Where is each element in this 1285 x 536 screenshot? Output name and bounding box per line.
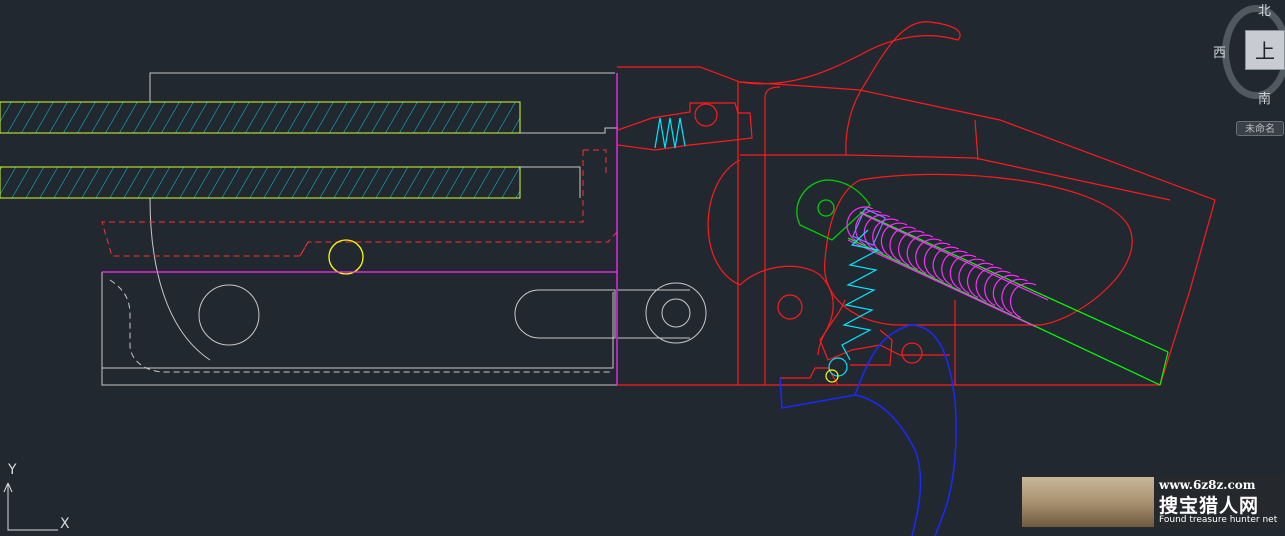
watermark-photo xyxy=(1022,477,1154,527)
compass-west-label[interactable]: 西 xyxy=(1213,42,1226,61)
mainspring[interactable] xyxy=(846,206,1049,328)
viewcube[interactable]: 北 西 南 上 xyxy=(1210,0,1285,140)
watermark-tagline: Found treasure hunter net xyxy=(1159,515,1278,525)
watermark-site-name: 搜宝猎人网 xyxy=(1159,495,1260,517)
watermark: www.6z8z.com 搜宝猎人网 Found treasure hunter… xyxy=(1021,476,1283,528)
ejector-pin[interactable] xyxy=(328,239,364,275)
firing-pin-spring[interactable] xyxy=(654,117,686,149)
compass-south-label[interactable]: 南 xyxy=(1258,88,1271,107)
viewcube-top-face[interactable]: 上 xyxy=(1245,30,1285,70)
wcs-menu-button[interactable]: 未命名 xyxy=(1236,121,1284,136)
barrel-lower[interactable] xyxy=(0,166,521,199)
ucs-x-label: X xyxy=(60,516,70,532)
trigger[interactable] xyxy=(779,324,957,536)
hammer-pivot[interactable] xyxy=(796,179,871,241)
receiver-body[interactable] xyxy=(617,21,1216,386)
ucs-icon xyxy=(3,482,58,531)
barrel-upper[interactable] xyxy=(0,101,521,134)
ucs-y-label: Y xyxy=(8,462,17,478)
compass-north-label[interactable]: 北 xyxy=(1258,0,1271,19)
watermark-url: www.6z8z.com xyxy=(1159,478,1256,492)
drawing-canvas[interactable] xyxy=(0,0,1285,536)
sear-spring[interactable] xyxy=(828,229,880,377)
mainspring-guide-rod[interactable] xyxy=(847,211,1169,386)
